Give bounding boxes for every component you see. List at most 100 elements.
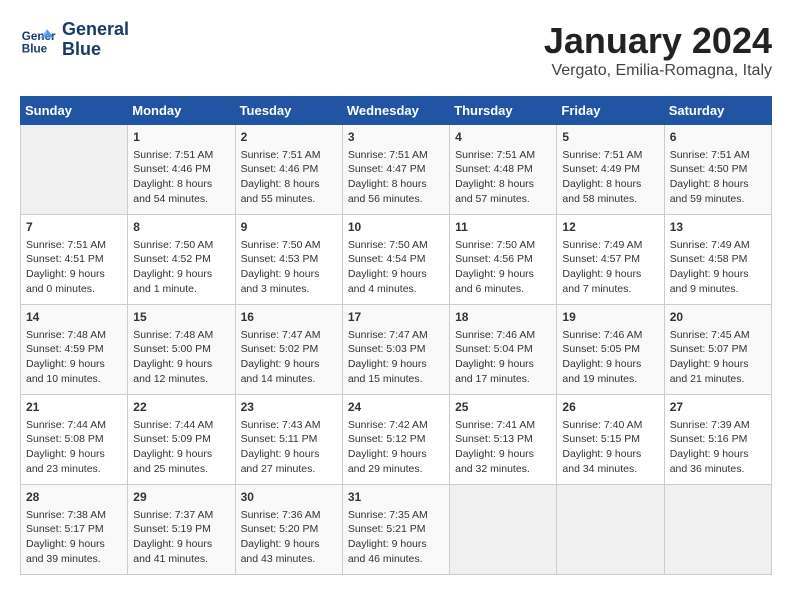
day-info-line: Daylight: 9 hours (455, 267, 551, 282)
day-info-line: Sunrise: 7:48 AM (133, 328, 229, 343)
day-number: 15 (133, 309, 229, 326)
calendar-cell: 25Sunrise: 7:41 AMSunset: 5:13 PMDayligh… (450, 395, 557, 485)
day-info-line: Daylight: 8 hours (670, 177, 766, 192)
weekday-header-saturday: Saturday (664, 97, 771, 125)
day-info-line: Daylight: 9 hours (241, 537, 337, 552)
calendar-cell: 3Sunrise: 7:51 AMSunset: 4:47 PMDaylight… (342, 125, 449, 215)
day-info-line: Daylight: 9 hours (241, 357, 337, 372)
day-info-line: Daylight: 8 hours (562, 177, 658, 192)
day-info-line: Sunset: 4:58 PM (670, 252, 766, 267)
day-info-line: Daylight: 8 hours (133, 177, 229, 192)
day-info-line: Sunset: 5:17 PM (26, 522, 122, 537)
day-info-line: and 56 minutes. (348, 192, 444, 207)
day-info-line: and 25 minutes. (133, 462, 229, 477)
day-number: 21 (26, 399, 122, 416)
calendar-week-row: 28Sunrise: 7:38 AMSunset: 5:17 PMDayligh… (21, 485, 772, 575)
day-info-line: Sunrise: 7:48 AM (26, 328, 122, 343)
calendar-week-row: 1Sunrise: 7:51 AMSunset: 4:46 PMDaylight… (21, 125, 772, 215)
calendar-cell: 24Sunrise: 7:42 AMSunset: 5:12 PMDayligh… (342, 395, 449, 485)
calendar-cell: 22Sunrise: 7:44 AMSunset: 5:09 PMDayligh… (128, 395, 235, 485)
day-info-line: Sunrise: 7:51 AM (241, 148, 337, 163)
weekday-header-tuesday: Tuesday (235, 97, 342, 125)
day-info-line: Sunset: 4:47 PM (348, 162, 444, 177)
calendar-cell: 29Sunrise: 7:37 AMSunset: 5:19 PMDayligh… (128, 485, 235, 575)
day-number: 16 (241, 309, 337, 326)
day-info-line: and 32 minutes. (455, 462, 551, 477)
day-info-line: Daylight: 9 hours (562, 447, 658, 462)
day-info-line: Sunrise: 7:40 AM (562, 418, 658, 433)
day-info-line: and 17 minutes. (455, 372, 551, 387)
day-info-line: Sunrise: 7:49 AM (670, 238, 766, 253)
day-number: 25 (455, 399, 551, 416)
day-info-line: and 3 minutes. (241, 282, 337, 297)
day-info-line: and 14 minutes. (241, 372, 337, 387)
calendar-cell: 9Sunrise: 7:50 AMSunset: 4:53 PMDaylight… (235, 215, 342, 305)
day-info-line: Sunrise: 7:51 AM (562, 148, 658, 163)
day-info-line: Sunset: 5:21 PM (348, 522, 444, 537)
day-info-line: and 0 minutes. (26, 282, 122, 297)
day-number: 31 (348, 489, 444, 506)
day-info-line: Sunset: 4:50 PM (670, 162, 766, 177)
day-info-line: and 43 minutes. (241, 552, 337, 567)
day-info-line: Sunrise: 7:47 AM (241, 328, 337, 343)
calendar-week-row: 21Sunrise: 7:44 AMSunset: 5:08 PMDayligh… (21, 395, 772, 485)
weekday-header-sunday: Sunday (21, 97, 128, 125)
day-number: 28 (26, 489, 122, 506)
day-number: 11 (455, 219, 551, 236)
day-info-line: Sunset: 5:08 PM (26, 432, 122, 447)
calendar-cell: 13Sunrise: 7:49 AMSunset: 4:58 PMDayligh… (664, 215, 771, 305)
day-info-line: Sunset: 5:09 PM (133, 432, 229, 447)
day-info-line: Sunrise: 7:51 AM (670, 148, 766, 163)
day-info-line: and 6 minutes. (455, 282, 551, 297)
day-number: 7 (26, 219, 122, 236)
day-number: 2 (241, 129, 337, 146)
day-info-line: Daylight: 9 hours (133, 357, 229, 372)
calendar-cell: 2Sunrise: 7:51 AMSunset: 4:46 PMDaylight… (235, 125, 342, 215)
calendar-cell (21, 125, 128, 215)
svg-text:Blue: Blue (22, 42, 48, 55)
page-header: General Blue General Blue January 2024 V… (20, 20, 772, 80)
day-info-line: and 23 minutes. (26, 462, 122, 477)
day-info-line: Daylight: 9 hours (26, 357, 122, 372)
day-info-line: Sunrise: 7:43 AM (241, 418, 337, 433)
day-info-line: Sunset: 4:46 PM (133, 162, 229, 177)
day-info-line: Sunset: 5:20 PM (241, 522, 337, 537)
day-info-line: and 7 minutes. (562, 282, 658, 297)
calendar-cell: 20Sunrise: 7:45 AMSunset: 5:07 PMDayligh… (664, 305, 771, 395)
calendar-cell: 17Sunrise: 7:47 AMSunset: 5:03 PMDayligh… (342, 305, 449, 395)
day-info-line: Daylight: 9 hours (26, 447, 122, 462)
day-number: 17 (348, 309, 444, 326)
weekday-header-monday: Monday (128, 97, 235, 125)
day-info-line: Daylight: 9 hours (241, 267, 337, 282)
calendar-cell: 16Sunrise: 7:47 AMSunset: 5:02 PMDayligh… (235, 305, 342, 395)
day-info-line: Sunset: 5:16 PM (670, 432, 766, 447)
day-info-line: Sunrise: 7:49 AM (562, 238, 658, 253)
day-info-line: Sunset: 4:59 PM (26, 342, 122, 357)
day-info-line: Sunrise: 7:37 AM (133, 508, 229, 523)
day-info-line: Daylight: 9 hours (348, 447, 444, 462)
day-info-line: Sunset: 4:57 PM (562, 252, 658, 267)
day-info-line: and 46 minutes. (348, 552, 444, 567)
day-info-line: and 27 minutes. (241, 462, 337, 477)
day-number: 29 (133, 489, 229, 506)
day-info-line: Daylight: 8 hours (455, 177, 551, 192)
day-number: 23 (241, 399, 337, 416)
calendar-cell: 23Sunrise: 7:43 AMSunset: 5:11 PMDayligh… (235, 395, 342, 485)
day-number: 30 (241, 489, 337, 506)
day-number: 26 (562, 399, 658, 416)
day-info-line: and 55 minutes. (241, 192, 337, 207)
day-info-line: Sunrise: 7:46 AM (562, 328, 658, 343)
day-number: 24 (348, 399, 444, 416)
day-number: 19 (562, 309, 658, 326)
day-number: 13 (670, 219, 766, 236)
calendar-cell: 11Sunrise: 7:50 AMSunset: 4:56 PMDayligh… (450, 215, 557, 305)
day-info-line: Daylight: 9 hours (348, 537, 444, 552)
day-info-line: and 34 minutes. (562, 462, 658, 477)
calendar-cell (450, 485, 557, 575)
day-info-line: and 4 minutes. (348, 282, 444, 297)
day-info-line: Sunset: 5:19 PM (133, 522, 229, 537)
logo-text-line1: General (62, 20, 129, 40)
day-info-line: Sunset: 4:53 PM (241, 252, 337, 267)
calendar-cell: 18Sunrise: 7:46 AMSunset: 5:04 PMDayligh… (450, 305, 557, 395)
day-info-line: Sunset: 4:52 PM (133, 252, 229, 267)
